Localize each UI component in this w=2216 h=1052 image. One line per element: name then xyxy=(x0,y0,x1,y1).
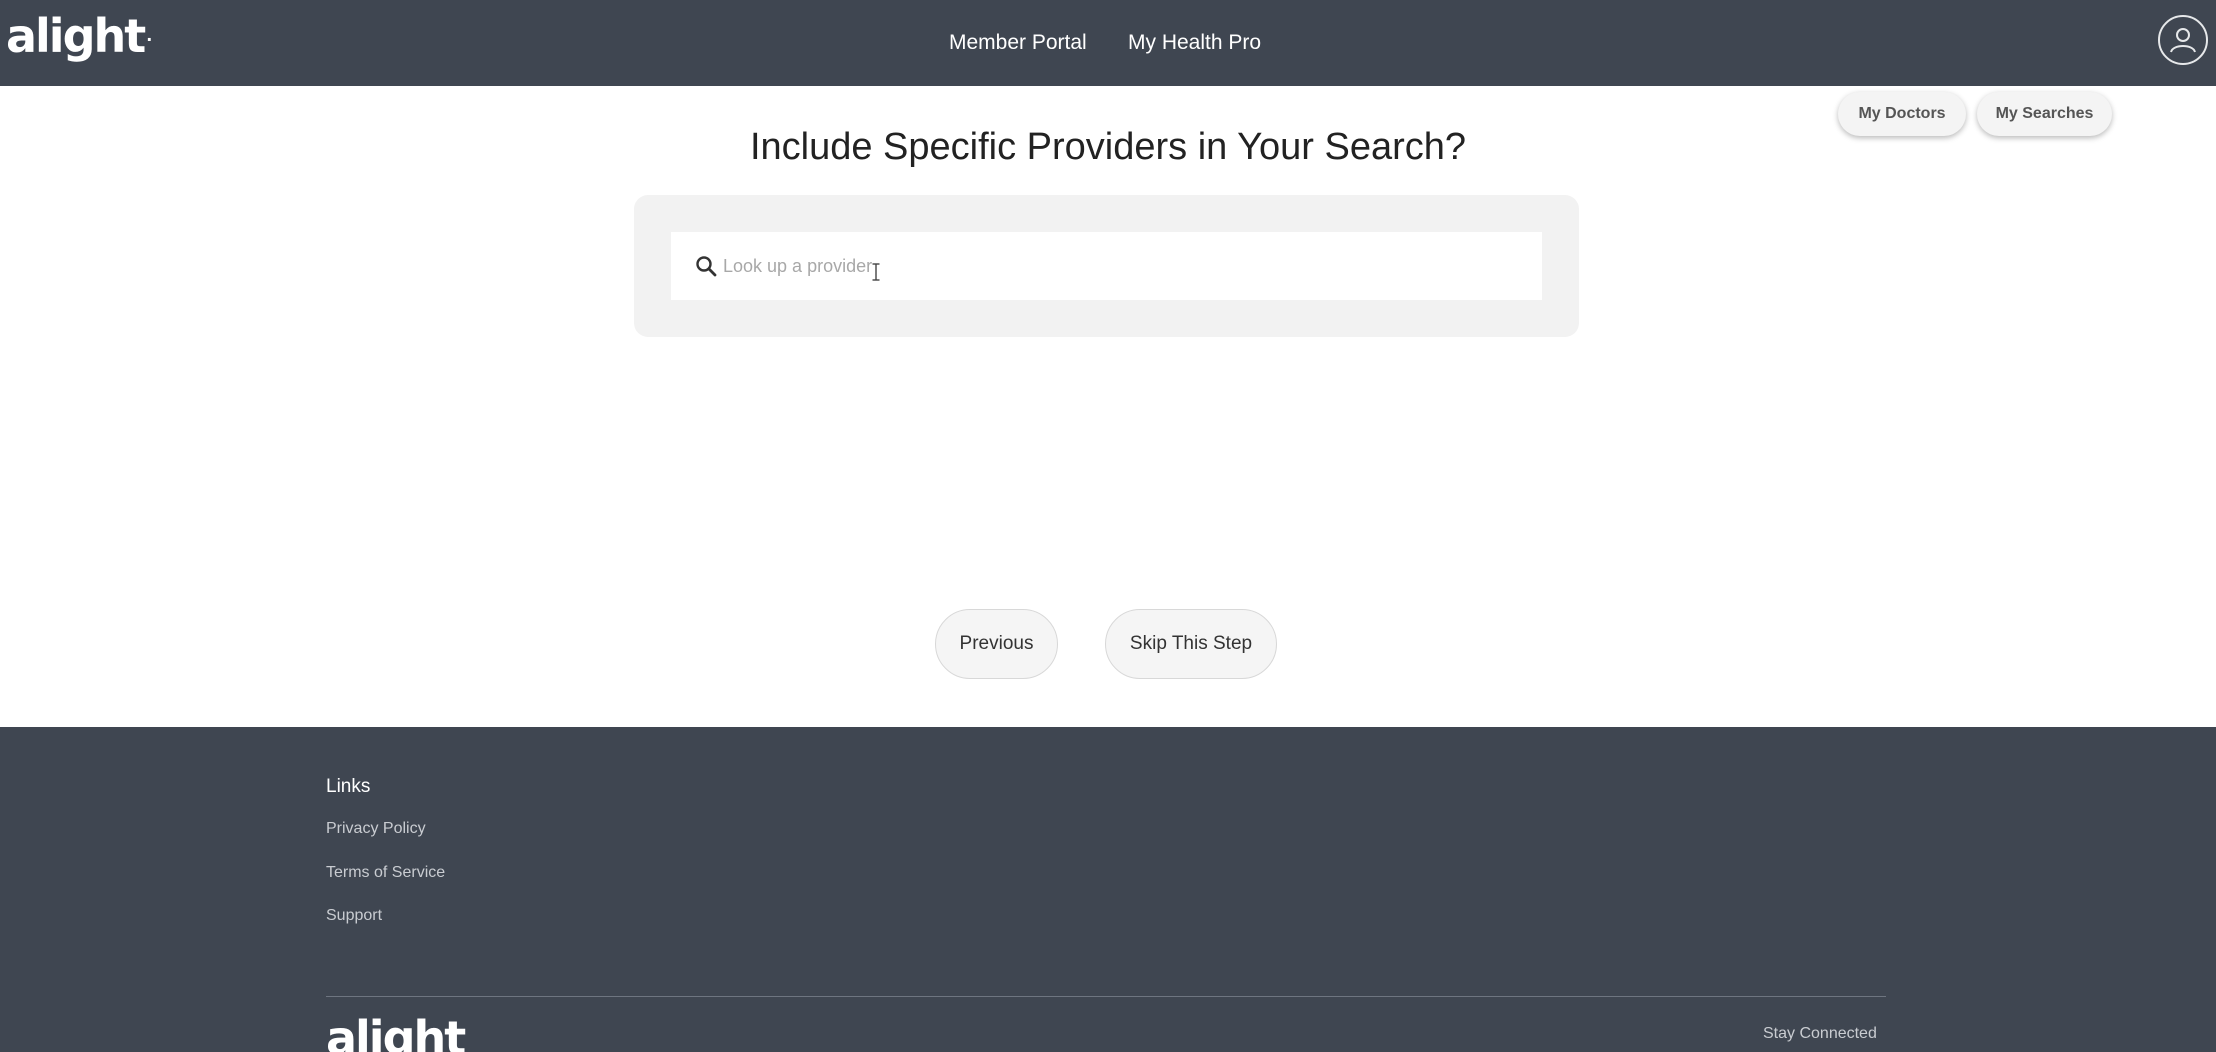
footer-link-privacy-policy[interactable]: Privacy Policy xyxy=(326,820,426,838)
previous-button[interactable]: Previous xyxy=(935,609,1058,679)
provider-search-card xyxy=(634,195,1579,337)
nav-link-member-portal[interactable]: Member Portal xyxy=(949,31,1087,55)
top-header: alight. Member Portal My Health Pro xyxy=(0,0,2216,86)
logo-text: alight xyxy=(6,9,146,63)
user-circle-icon xyxy=(2170,28,2196,53)
skip-this-step-button[interactable]: Skip This Step xyxy=(1105,609,1277,679)
user-account-button[interactable] xyxy=(2158,15,2208,65)
footer-link-terms-of-service[interactable]: Terms of Service xyxy=(326,864,445,882)
alight-logo[interactable]: alight. xyxy=(6,8,152,64)
provider-search-input[interactable] xyxy=(723,255,1523,277)
nav-member-portal: Member Portal xyxy=(949,0,1087,86)
text-cursor-icon xyxy=(872,263,880,281)
page-title: Include Specific Providers in Your Searc… xyxy=(749,126,1467,168)
stay-connected-label: Stay Connected xyxy=(1763,1025,1877,1042)
search-icon xyxy=(695,254,719,278)
provider-search-box[interactable] xyxy=(671,232,1542,300)
footer-divider xyxy=(326,996,1886,997)
page-footer: Links Privacy Policy Terms of Service Su… xyxy=(0,727,2216,1052)
nav-link-my-health-pro[interactable]: My Health Pro xyxy=(1128,31,1261,55)
logo-mark: . xyxy=(146,26,152,45)
footer-links-heading: Links xyxy=(326,776,371,797)
nav-my-health-pro: My Health Pro xyxy=(1128,0,1261,86)
footer-link-support[interactable]: Support xyxy=(326,907,382,925)
footer-alight-logo[interactable]: alight xyxy=(326,1013,466,1052)
